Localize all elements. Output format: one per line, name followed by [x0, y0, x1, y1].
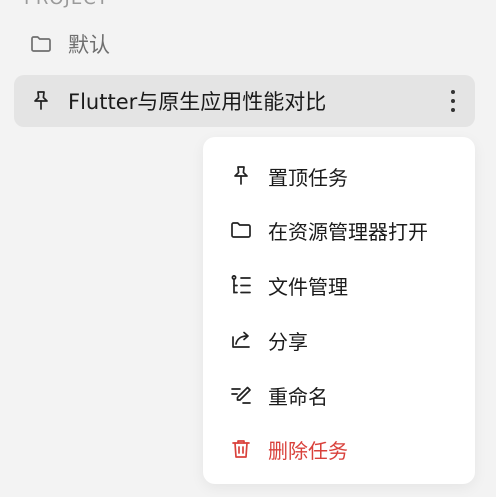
menu-item-label: 文件管理	[268, 274, 348, 299]
menu-item-label: 分享	[268, 329, 308, 354]
task-label: Flutter与原生应用性能对比	[68, 90, 327, 114]
folder-label: 默认	[68, 33, 110, 57]
rename-icon	[228, 382, 254, 408]
menu-item-label: 在资源管理器打开	[268, 219, 428, 244]
menu-item-share[interactable]: 分享	[203, 317, 475, 363]
pin-icon	[228, 163, 254, 189]
section-header-partial: PROJECT	[24, 0, 109, 8]
share-icon	[228, 327, 254, 353]
menu-item-file-management[interactable]: 文件管理	[203, 262, 475, 308]
menu-item-label: 重命名	[268, 384, 328, 409]
menu-item-rename[interactable]: 重命名	[203, 372, 475, 418]
menu-item-label: 置顶任务	[268, 165, 348, 190]
more-vertical-icon[interactable]	[443, 86, 463, 116]
trash-icon	[228, 436, 254, 462]
folder-item-default[interactable]: 默认	[14, 18, 475, 70]
menu-item-delete-task[interactable]: 删除任务	[203, 426, 475, 472]
context-menu: 置顶任务 在资源管理器打开 文件管理 分享 重命名 删除任务	[203, 137, 475, 484]
task-item-selected[interactable]: Flutter与原生应用性能对比	[14, 75, 475, 127]
file-tree-icon	[228, 272, 254, 298]
folder-icon	[228, 217, 254, 243]
folder-icon	[28, 31, 54, 57]
pin-icon	[28, 88, 54, 114]
menu-item-open-in-explorer[interactable]: 在资源管理器打开	[203, 207, 475, 253]
menu-item-label: 删除任务	[268, 438, 348, 463]
menu-item-pin-task[interactable]: 置顶任务	[203, 153, 475, 199]
